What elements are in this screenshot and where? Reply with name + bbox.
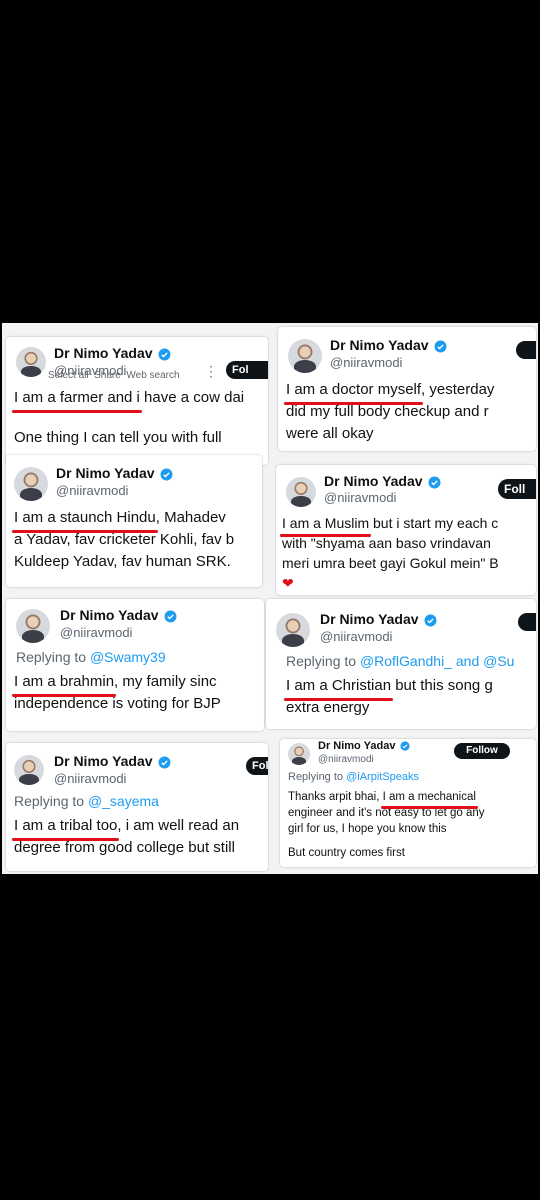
screenshot-collage: Dr Nimo Yadav @niiravmodi Select all Sha… [2, 323, 538, 874]
highlighted-claim: I am a farmer and i [12, 387, 142, 413]
popup-web-search[interactable]: Web search [126, 370, 179, 381]
author-avatar[interactable] [14, 467, 48, 501]
verified-badge-icon [160, 468, 173, 481]
author-name[interactable]: Dr Nimo Yadav [318, 740, 411, 752]
reply-mention-link[interactable]: @iArpitSpeaks [346, 771, 419, 783]
tweet-text: I am a brahmin, my family sinc independe… [11, 671, 221, 712]
highlighted-claim: I am a staunch Hindu [12, 507, 158, 533]
tweet-card-doctor[interactable]: Dr Nimo Yadav @niiravmodi I am a doctor … [278, 327, 536, 451]
tweet-text: I am a doctor myself, yesterday did my f… [283, 379, 495, 442]
follow-button[interactable] [516, 341, 536, 359]
verified-badge-icon [164, 610, 177, 623]
author-handle[interactable]: @niiravmodi [324, 490, 396, 505]
highlighted-claim: I am a Muslim [279, 515, 372, 537]
tweet-text: I am a tribal too, i am well read an deg… [11, 815, 240, 856]
more-options-icon[interactable]: ⋮ [204, 363, 218, 380]
reply-mention-link[interactable]: @Swamy39 [90, 649, 166, 665]
tweet-card-hindu[interactable]: Dr Nimo Yadav @niiravmodi I am a staunch… [6, 455, 262, 587]
author-handle[interactable]: @niiravmodi [54, 771, 126, 786]
reply-mention-link-2[interactable]: @Su [483, 653, 514, 669]
follow-button[interactable]: Foll [498, 479, 536, 499]
follow-button[interactable] [518, 613, 536, 631]
highlighted-claim: I am a Christian [283, 675, 394, 701]
highlighted-claim: I am a brahmin [11, 671, 117, 697]
verified-badge-icon [424, 614, 437, 627]
author-handle[interactable]: @niiravmodi [330, 355, 402, 370]
tweet-text: I am a staunch Hindu, Mahadev a Yadav, f… [12, 507, 235, 570]
tweet-card-tribal[interactable]: Dr Nimo Yadav @niiravmodi Fol Replying t… [6, 743, 268, 871]
follow-button[interactable]: Fol [226, 361, 268, 379]
heart-emoji-icon: ❤ [282, 575, 294, 591]
reply-context: Replying to @iArpitSpeaks [288, 771, 420, 783]
author-name[interactable]: Dr Nimo Yadav [54, 345, 171, 361]
author-avatar[interactable] [14, 755, 44, 785]
tweet-card-muslim[interactable]: Dr Nimo Yadav @niiravmodi Foll I am a Mu… [276, 465, 536, 595]
tweet-card-farmer[interactable]: Dr Nimo Yadav @niiravmodi Select all Sha… [6, 337, 268, 465]
highlighted-claim: I am a doctor myself [283, 379, 424, 405]
highlighted-claim: I am a tribal too [11, 815, 120, 841]
verified-badge-icon [158, 348, 171, 361]
author-name[interactable]: Dr Nimo Yadav [330, 337, 447, 353]
author-avatar[interactable] [16, 347, 46, 377]
tweet-text: I am a Christian but this song g extra e… [283, 675, 493, 716]
tweet-text: I am a farmer and i have a cow dai One t… [12, 387, 245, 446]
reply-mention-link[interactable]: @RoflGandhi_ [360, 653, 452, 669]
verified-badge-icon [400, 741, 411, 751]
author-name[interactable]: Dr Nimo Yadav [56, 465, 173, 481]
follow-button[interactable]: Fol [246, 757, 268, 775]
popup-share[interactable]: Share [94, 370, 121, 381]
reply-context: Replying to @Swamy39 [16, 649, 166, 665]
author-avatar[interactable] [288, 743, 310, 765]
author-avatar[interactable] [286, 477, 316, 507]
follow-button[interactable]: Follow [454, 743, 510, 759]
tweet-card-brahmin[interactable]: Dr Nimo Yadav @niiravmodi Replying to @S… [6, 599, 264, 731]
author-name[interactable]: Dr Nimo Yadav [320, 611, 437, 627]
tweet-card-christian[interactable]: Dr Nimo Yadav @niiravmodi Replying to @R… [266, 599, 536, 729]
author-handle[interactable]: @niiravmodi [318, 754, 374, 765]
author-name[interactable]: Dr Nimo Yadav [54, 753, 171, 769]
author-handle[interactable]: @niiravmodi [60, 625, 132, 640]
author-name[interactable]: Dr Nimo Yadav [324, 473, 441, 489]
text-selection-popup: Select all Share Web search [48, 370, 180, 381]
highlighted-claim: I am a mechanical [380, 791, 479, 809]
reply-mention-link[interactable]: @_sayema [88, 793, 159, 809]
author-avatar[interactable] [16, 609, 50, 643]
tweet-text: I am a Muslim but i start my each c with… [279, 515, 499, 591]
author-avatar[interactable] [276, 613, 310, 647]
verified-badge-icon [158, 756, 171, 769]
reply-context: Replying to @_sayema [14, 793, 159, 809]
verified-badge-icon [428, 476, 441, 489]
popup-select-all[interactable]: Select all [48, 370, 89, 381]
author-handle[interactable]: @niiravmodi [320, 629, 392, 644]
author-handle[interactable]: @niiravmodi [56, 483, 128, 498]
tweet-card-engineer[interactable]: Dr Nimo Yadav @niiravmodi Follow Replyin… [280, 739, 536, 867]
author-name[interactable]: Dr Nimo Yadav [60, 607, 177, 623]
verified-badge-icon [434, 340, 447, 353]
reply-context: Replying to @RoflGandhi_ and @Su [286, 653, 515, 669]
author-avatar[interactable] [288, 339, 322, 373]
tweet-text: Thanks arpit bhai, I am a mechanical eng… [288, 791, 485, 859]
